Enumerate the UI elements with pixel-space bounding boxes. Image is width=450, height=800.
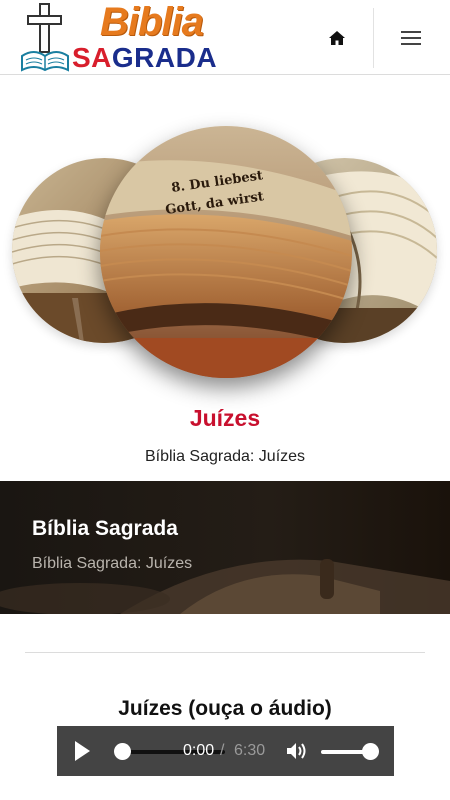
- banner-title: Bíblia Sagrada: [32, 517, 178, 540]
- audio-section-title: Juízes (ouça o áudio): [118, 697, 332, 720]
- cross-bible-logo-icon: [21, 3, 69, 72]
- site-logo[interactable]: Biblia SAGRADA: [2, 0, 242, 75]
- hero-image-carousel: 8. Du liebest Gott, da wirst: [0, 110, 450, 390]
- chapter-title: Juízes: [189, 405, 261, 431]
- old-book-image-center: 8. Du liebest Gott, da wirst: [100, 126, 352, 378]
- menu-button[interactable]: [392, 20, 430, 56]
- banner-background-image: [0, 481, 450, 614]
- logo-text-grada: GRADA: [111, 42, 218, 73]
- play-icon: [75, 741, 90, 761]
- home-button[interactable]: [318, 20, 356, 56]
- home-icon: [329, 31, 345, 45]
- site-header: Biblia SAGRADA: [0, 0, 450, 75]
- audio-player: 0:00 / 6:30: [57, 726, 394, 776]
- banner-subtitle: Bíblia Sagrada: Juízes: [32, 555, 193, 572]
- hamburger-menu-icon: [401, 31, 421, 45]
- logo-text-sagrada: SAGRADA: [72, 42, 217, 74]
- volume-icon: [287, 743, 306, 759]
- time-separator: /: [220, 742, 225, 759]
- header-divider: [373, 8, 374, 68]
- section-divider: [25, 652, 425, 653]
- volume-slider-handle[interactable]: [362, 743, 379, 760]
- chapter-subtitle: Bíblia Sagrada: Juízes: [144, 448, 306, 465]
- duration: 6:30: [234, 742, 266, 759]
- logo-text-biblia: Biblia: [100, 0, 204, 44]
- logo-text-sa: SA: [72, 42, 112, 73]
- seek-bar-handle[interactable]: [114, 743, 131, 760]
- mute-button[interactable]: [285, 741, 309, 761]
- dark-banner: Bíblia Sagrada Bíblia Sagrada: Juízes: [0, 481, 450, 614]
- current-time: 0:00: [183, 742, 215, 759]
- play-button[interactable]: [73, 740, 93, 762]
